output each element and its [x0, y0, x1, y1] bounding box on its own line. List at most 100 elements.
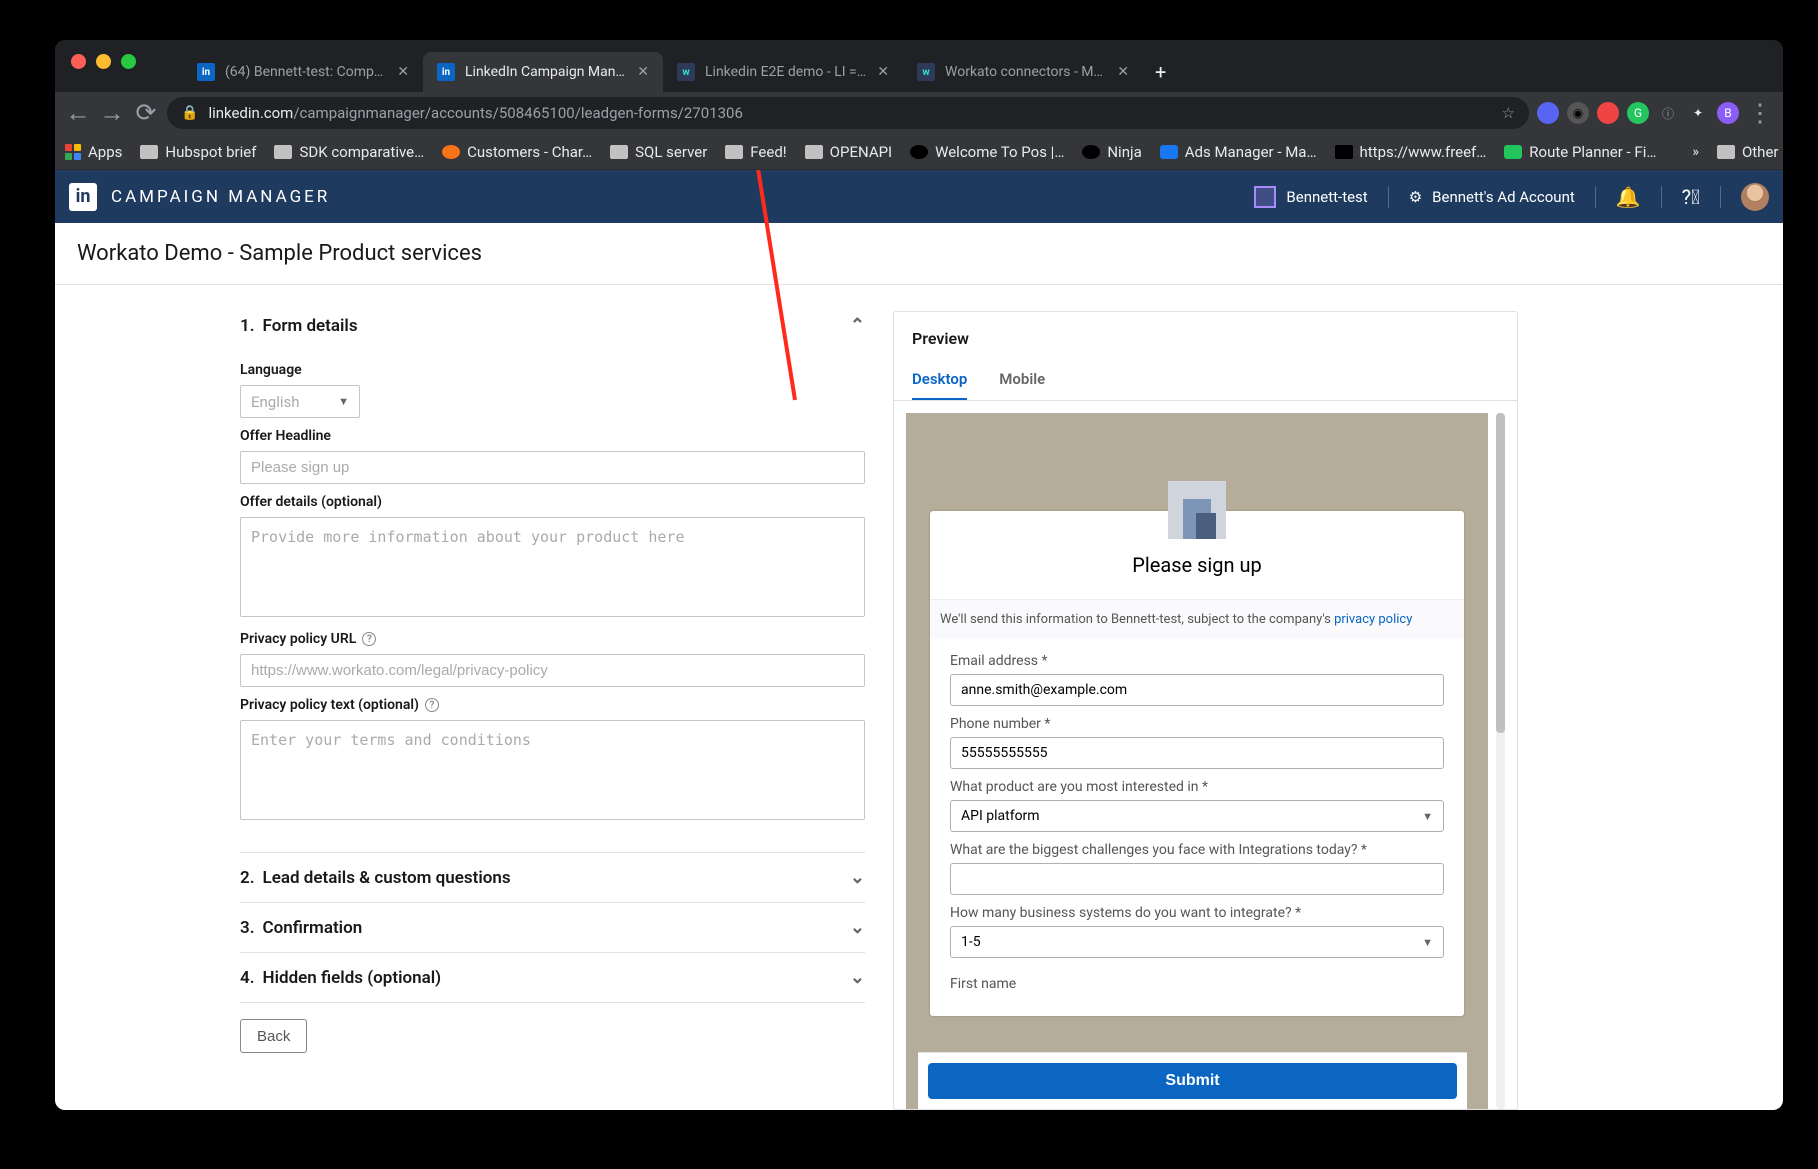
bookmark-item[interactable]: Feed!: [725, 143, 786, 161]
browser-tab-active[interactable]: in LinkedIn Campaign Manager ✕: [423, 52, 663, 92]
tab-close-icon[interactable]: ✕: [637, 64, 649, 80]
preview-submit-button[interactable]: Submit: [928, 1063, 1457, 1099]
tab-close-icon[interactable]: ✕: [397, 64, 409, 80]
forward-button[interactable]: →: [99, 100, 125, 126]
preview-challenges-label: What are the biggest challenges you face…: [950, 842, 1444, 858]
profile-avatar-icon[interactable]: B: [1717, 102, 1739, 124]
accordion-number: 1.: [240, 316, 255, 336]
privacy-policy-link[interactable]: privacy policy: [1334, 612, 1412, 627]
back-button[interactable]: ←: [65, 100, 91, 126]
chevron-down-icon: ⌄: [850, 867, 865, 888]
accordion-lead-details[interactable]: 2. Lead details & custom questions ⌄: [240, 852, 865, 903]
bell-icon[interactable]: 🔔: [1616, 185, 1641, 209]
chevron-down-icon: ⌄: [850, 967, 865, 988]
bookmark-item[interactable]: Ninja: [1082, 143, 1141, 161]
user-avatar[interactable]: [1741, 183, 1769, 211]
accordion-form-details[interactable]: 1. Form details ⌃: [240, 311, 865, 350]
user-label: Bennett-test: [1286, 188, 1367, 206]
bookmark-item[interactable]: Hubspot brief: [140, 143, 256, 161]
preview-email-input[interactable]: anne.smith@example.com: [950, 674, 1444, 706]
account-label: Bennett's Ad Account: [1432, 188, 1575, 206]
reload-button[interactable]: ⟳: [133, 100, 159, 126]
headline-input[interactable]: [240, 451, 865, 484]
accordion-title: Lead details & custom questions: [263, 868, 511, 888]
preview-scrollbar-thumb[interactable]: [1496, 413, 1505, 733]
preview-title: Preview: [894, 312, 1517, 348]
tab-bar: in (64) Bennett-test: Company P ✕ in Lin…: [55, 40, 1783, 92]
preview-canvas: Please sign up We'll send this informati…: [906, 413, 1488, 1109]
extension-icon[interactable]: ⓘ: [1657, 102, 1679, 124]
browser-tab[interactable]: w Linkedin E2E demo - LI => SF ✕: [663, 52, 903, 92]
info-icon[interactable]: ?: [362, 632, 376, 646]
bookmark-item[interactable]: Welcome To Pos |…: [910, 143, 1064, 161]
privacy-text-label: Privacy policy text (optional): [240, 697, 419, 713]
help-icon[interactable]: ?⃝: [1682, 185, 1700, 209]
extension-icon[interactable]: ◉: [1567, 102, 1589, 124]
preview-product-select[interactable]: API platform▼: [950, 800, 1444, 832]
workato-icon: w: [917, 63, 935, 81]
ad-account-switcher[interactable]: ⚙ Bennett's Ad Account: [1409, 188, 1575, 206]
accordion-number: 4.: [240, 968, 255, 988]
details-textarea[interactable]: [240, 517, 865, 617]
language-select[interactable]: English ▼: [240, 385, 360, 418]
linkedin-logo-icon[interactable]: in: [69, 183, 97, 211]
tab-close-icon[interactable]: ✕: [1117, 64, 1129, 80]
privacy-url-label: Privacy policy URL: [240, 631, 356, 647]
accordion-number: 2.: [240, 868, 255, 888]
accordion-title: Confirmation: [263, 918, 363, 938]
window-maximize-button[interactable]: [121, 54, 136, 69]
separator: [1720, 186, 1721, 208]
bookmarks-bar: Apps Hubspot brief SDK comparative… Cust…: [55, 134, 1783, 170]
tab-title: LinkedIn Campaign Manager: [465, 64, 627, 80]
preview-tab-desktop[interactable]: Desktop: [912, 360, 967, 400]
preview-scrollbar[interactable]: [1496, 413, 1505, 1109]
privacy-url-input[interactable]: [240, 654, 865, 687]
url-field[interactable]: 🔒 linkedin.com/campaignmanager/accounts/…: [167, 97, 1529, 129]
browser-tab[interactable]: in (64) Bennett-test: Company P ✕: [183, 52, 423, 92]
extension-icon[interactable]: G: [1627, 102, 1649, 124]
extension-icon[interactable]: [1597, 102, 1619, 124]
bookmark-item[interactable]: Customers - Char…: [442, 143, 592, 161]
chevron-down-icon: ⌄: [850, 917, 865, 938]
preview-systems-label: How many business systems do you want to…: [950, 905, 1444, 921]
bookmarks-overflow-icon[interactable]: »: [1692, 144, 1699, 160]
window-close-button[interactable]: [71, 54, 86, 69]
accordion-confirmation[interactable]: 3. Confirmation ⌄: [240, 903, 865, 953]
extension-icon[interactable]: [1537, 102, 1559, 124]
bookmark-item[interactable]: Route Planner - Fi…: [1504, 143, 1656, 161]
bookmark-item[interactable]: Ads Manager - Ma…: [1160, 143, 1317, 161]
bookmark-item[interactable]: SQL server: [610, 143, 707, 161]
browser-tab[interactable]: w Workato connectors - Mapper ✕: [903, 52, 1143, 92]
bookmark-item[interactable]: SDK comparative…: [274, 143, 424, 161]
preview-product-label: What product are you most interested in …: [950, 779, 1444, 795]
privacy-text-textarea[interactable]: [240, 720, 865, 820]
back-button[interactable]: Back: [240, 1019, 307, 1053]
url-text: linkedin.com/campaignmanager/accounts/50…: [208, 104, 742, 122]
extensions-puzzle-icon[interactable]: ✦: [1687, 102, 1709, 124]
preview-phone-input[interactable]: 55555555555: [950, 737, 1444, 769]
headline-label: Offer Headline: [240, 428, 865, 444]
preview-systems-select[interactable]: 1-5▼: [950, 926, 1444, 958]
account-switcher[interactable]: Bennett-test: [1254, 186, 1367, 208]
preview-tab-mobile[interactable]: Mobile: [999, 360, 1045, 400]
separator: [1595, 186, 1596, 208]
preview-email-label: Email address *: [950, 653, 1444, 669]
star-icon[interactable]: ☆: [1502, 104, 1515, 122]
tab-close-icon[interactable]: ✕: [877, 64, 889, 80]
preview-challenges-input[interactable]: [950, 863, 1444, 895]
language-value: English: [251, 393, 300, 411]
preview-phone-label: Phone number *: [950, 716, 1444, 732]
new-tab-button[interactable]: +: [1143, 60, 1178, 92]
browser-menu-icon[interactable]: ⋮: [1747, 100, 1773, 126]
caret-down-icon: ▼: [338, 395, 349, 408]
bookmark-item[interactable]: OPENAPI: [805, 143, 892, 161]
other-bookmarks-button[interactable]: Other Bookmarks: [1717, 143, 1783, 161]
apps-button[interactable]: Apps: [65, 143, 122, 161]
bookmark-item[interactable]: https://www.freef…: [1335, 143, 1487, 161]
gear-icon: ⚙: [1409, 188, 1422, 206]
window-minimize-button[interactable]: [96, 54, 111, 69]
info-icon[interactable]: ?: [425, 698, 439, 712]
accordion-hidden-fields[interactable]: 4. Hidden fields (optional) ⌄: [240, 953, 865, 1003]
preview-firstname-label: First name: [950, 976, 1444, 992]
tab-title: (64) Bennett-test: Company P: [225, 64, 387, 80]
